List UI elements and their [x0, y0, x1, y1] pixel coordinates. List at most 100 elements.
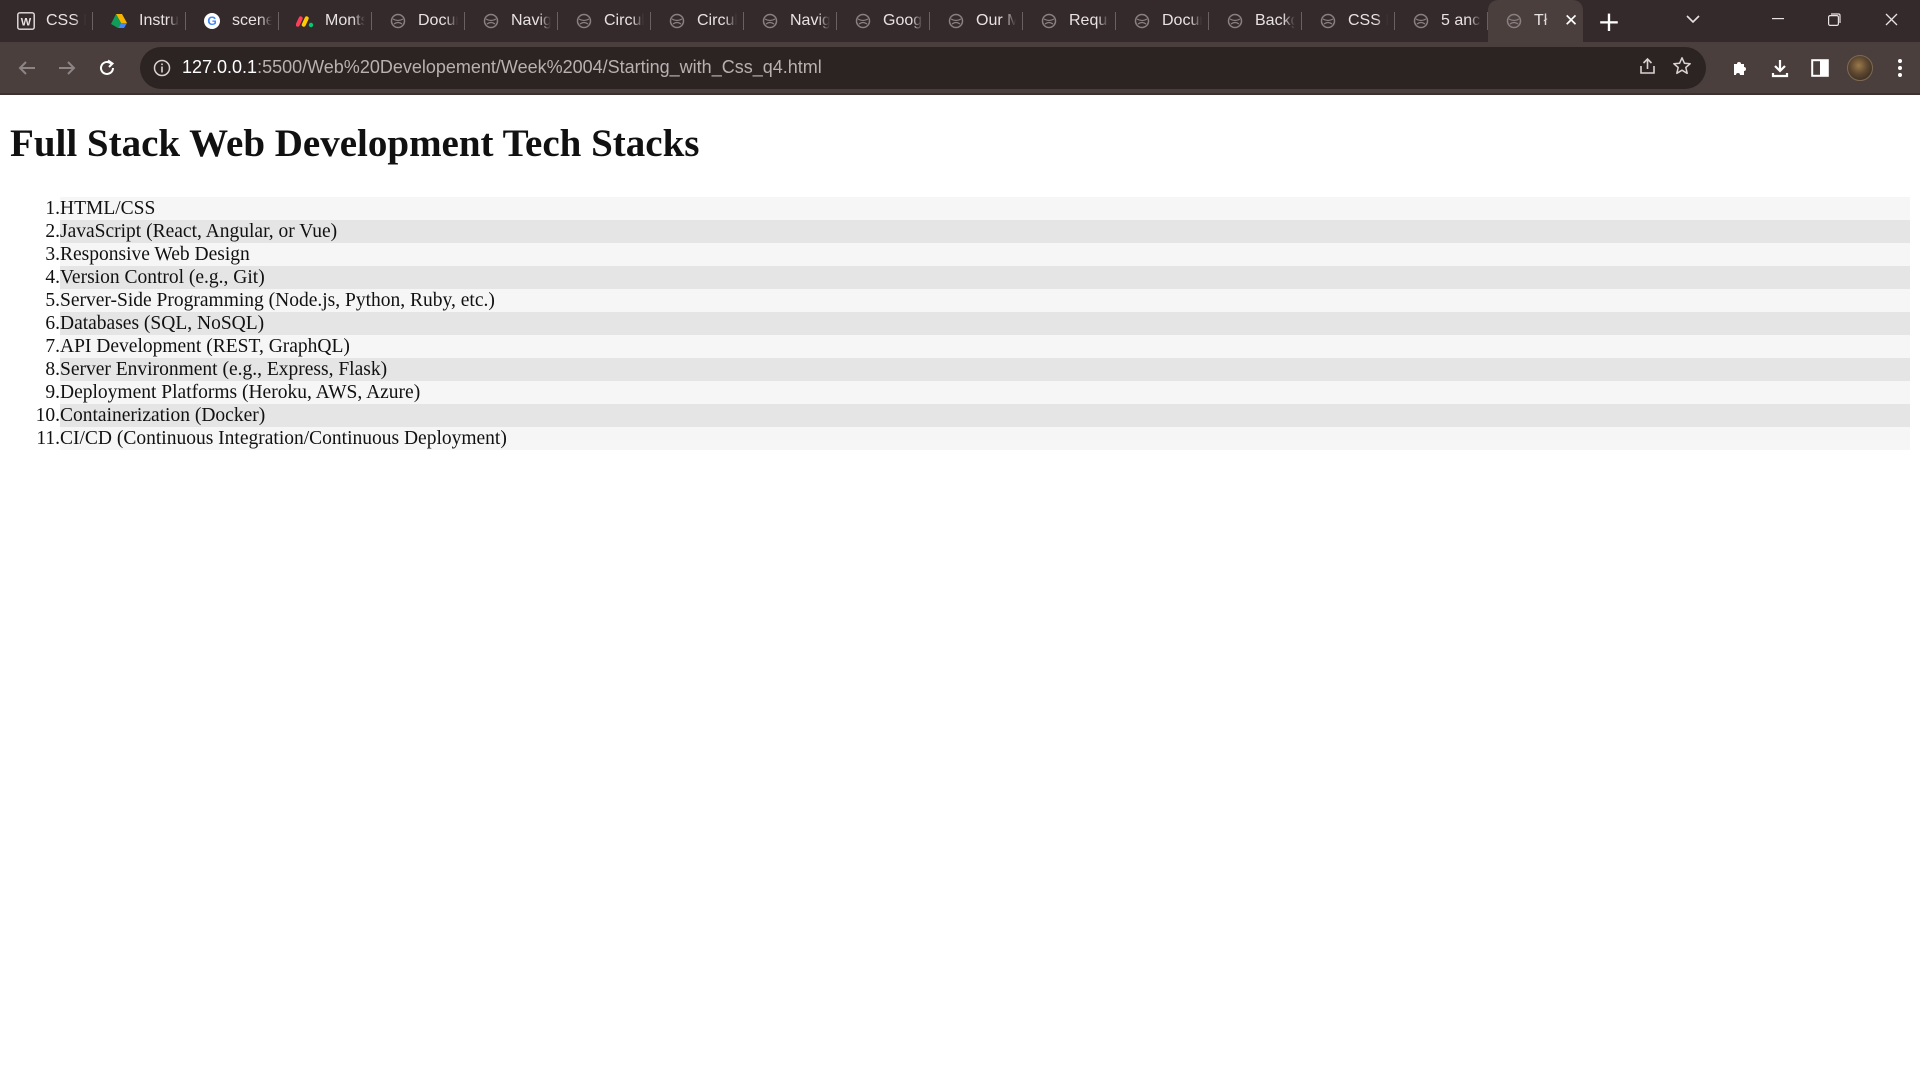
address-bar[interactable]: 127.0.0.1:5500/Web%20Developement/Week%2… [140, 46, 1706, 89]
list-item-text: Databases (SQL, NoSQL) [60, 313, 265, 334]
browser-toolbar: 127.0.0.1:5500/Web%20Developement/Week%2… [0, 42, 1920, 95]
list-item-text: Version Control (e.g., Git) [60, 267, 265, 288]
list-item: 5. Server-Side Programming (Node.js, Pyth… [10, 289, 1910, 312]
download-icon[interactable] [1760, 48, 1800, 88]
tab-title: CSS La [46, 12, 86, 29]
tab[interactable]: Monts [279, 0, 372, 42]
tab-title: Tł [1534, 12, 1548, 29]
list-item-number: 9. [10, 381, 60, 404]
tab[interactable]: Naviga [744, 0, 837, 42]
tab[interactable]: Backgi [1209, 0, 1302, 42]
list-item-number: 1. [10, 197, 60, 220]
tech-stack-list: 1. HTML/CSS 2. JavaScript (React, Angular, … [10, 197, 1910, 450]
page-title: Full Stack Web Development Tech Stacks [10, 122, 700, 165]
tab-list: W CSS La Instruc Gscener Monts Docun Naviga Cir… [0, 0, 1488, 42]
site-info-icon[interactable] [153, 59, 173, 77]
tab-search-chevron-down-icon[interactable] [1664, 0, 1721, 38]
list-item-number: 11. [10, 427, 60, 450]
tab-title: scener [232, 12, 272, 29]
back-arrow-icon[interactable] [7, 48, 47, 88]
svg-text:W: W [21, 17, 32, 29]
globe-icon [1505, 12, 1523, 30]
tab-title: Naviga [511, 12, 551, 29]
monday-icon [296, 12, 314, 30]
tab-title: Docun [1162, 12, 1202, 29]
profile-avatar[interactable] [1840, 48, 1880, 88]
list-item-number: 10. [10, 404, 60, 427]
list-item: 4. Version Control (e.g., Git) [10, 266, 1910, 289]
list-item: 10. Containerization (Docker) [10, 404, 1910, 427]
globe-icon [482, 12, 500, 30]
list-item-number: 7. [10, 335, 60, 358]
share-icon[interactable] [1638, 56, 1658, 80]
tab[interactable]: W CSS La [0, 0, 93, 42]
tab[interactable]: Gscener [186, 0, 279, 42]
close-icon[interactable]: ✕ [1564, 11, 1578, 31]
tab-title: Backgi [1255, 12, 1295, 29]
close-window-icon[interactable] [1863, 0, 1920, 38]
url-host: 127.0.0.1 [182, 57, 258, 77]
tab[interactable]: Circula [558, 0, 651, 42]
list-item-text: Containerization (Docker) [60, 405, 266, 426]
globe-icon [1412, 12, 1430, 30]
tab-active[interactable]: Tł ✕ [1488, 0, 1583, 42]
tab[interactable]: Docun [1116, 0, 1209, 42]
tab-title: CSS IN [1348, 12, 1388, 29]
url-text[interactable]: 127.0.0.1:5500/Web%20Developement/Week%2… [182, 57, 822, 78]
list-item: 2. JavaScript (React, Angular, or Vue) [10, 220, 1910, 243]
new-tab-button[interactable]: + [1587, 0, 1631, 42]
list-item-number: 3. [10, 243, 60, 266]
tab-title: Monts [325, 12, 365, 29]
tab-title: Googl [883, 12, 923, 29]
tab[interactable]: Circula [651, 0, 744, 42]
svg-text:G: G [207, 14, 216, 28]
tab[interactable]: Requir [1023, 0, 1116, 42]
google-drive-icon [110, 12, 128, 30]
list-item-text: JavaScript (React, Angular, or Vue) [60, 221, 338, 242]
list-item-text: Server Environment (e.g., Express, Flask… [60, 359, 388, 380]
list-item-number: 6. [10, 312, 60, 335]
minimize-icon[interactable] [1749, 0, 1806, 38]
list-item: 6. Databases (SQL, NoSQL) [10, 312, 1910, 335]
side-panel-icon[interactable] [1800, 48, 1840, 88]
tab-title: Our M [976, 12, 1016, 29]
tab-strip: W CSS La Instruc Gscener Monts Docun Naviga Cir… [0, 0, 1920, 42]
tab[interactable]: 5 anch [1395, 0, 1488, 42]
list-item-text: CI/CD (Continuous Integration/Continuous… [60, 428, 507, 449]
tab[interactable]: CSS IN [1302, 0, 1395, 42]
list-item: 9. Deployment Platforms (Heroku, AWS, Azu… [10, 381, 1910, 404]
tab[interactable]: Naviga [465, 0, 558, 42]
list-item: 3. Responsive Web Design [10, 243, 1910, 266]
extensions-puzzle-icon[interactable] [1720, 48, 1760, 88]
list-item: 11. CI/CD (Continuous Integration/Continu… [10, 427, 1910, 450]
forward-arrow-icon[interactable] [47, 48, 87, 88]
tab-title: Naviga [790, 12, 830, 29]
globe-icon [1133, 12, 1151, 30]
menu-kebab-icon[interactable] [1880, 48, 1920, 88]
globe-icon [947, 12, 965, 30]
bookmark-star-icon[interactable] [1672, 56, 1692, 80]
list-item: 8. Server Environment (e.g., Express, Fla… [10, 358, 1910, 381]
globe-icon [1319, 12, 1337, 30]
reload-icon[interactable] [87, 48, 127, 88]
avatar [1847, 54, 1873, 81]
list-item-text: Deployment Platforms (Heroku, AWS, Azure… [60, 382, 421, 403]
tab[interactable]: Our M [930, 0, 1023, 42]
list-item-text: Responsive Web Design [60, 244, 250, 265]
page-content: Full Stack Web Development Tech Stacks 1… [0, 97, 1920, 1078]
list-item-text: Server-Side Programming (Node.js, Python… [60, 290, 495, 311]
list-item: 1. HTML/CSS [10, 197, 1910, 220]
list-item-number: 8. [10, 358, 60, 381]
toolbar-actions [1720, 48, 1920, 88]
tab[interactable]: Googl [837, 0, 930, 42]
tab[interactable]: Instruc [93, 0, 186, 42]
list-item-number: 2. [10, 220, 60, 243]
globe-icon [761, 12, 779, 30]
globe-icon [854, 12, 872, 30]
tab-title: Circula [604, 12, 644, 29]
restore-icon[interactable] [1806, 0, 1863, 38]
list-item-text: API Development (REST, GraphQL) [60, 336, 350, 357]
tab[interactable]: Docun [372, 0, 465, 42]
google-icon: G [203, 12, 221, 30]
tab-title: 5 anch [1441, 12, 1481, 29]
